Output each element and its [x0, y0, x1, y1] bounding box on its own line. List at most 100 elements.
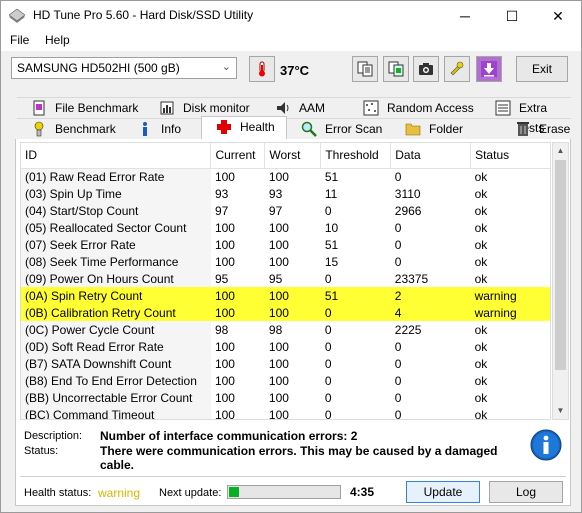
options-icon — [450, 61, 464, 76]
column-header-status[interactable]: Status — [470, 143, 550, 169]
tab-random-access[interactable]: Random Access — [349, 97, 481, 117]
column-header-worst[interactable]: Worst — [264, 143, 322, 169]
options-button[interactable] — [444, 56, 470, 82]
table-row[interactable]: (B8) End To End Error Detection 100 100 0 0 o… — [21, 372, 550, 389]
cell-worst: 100 — [268, 220, 289, 235]
table-row[interactable]: (0A) Spin Retry Count 100 100 51 2 warning — [21, 287, 550, 304]
table-row[interactable]: (B7) SATA Downshift Count 100 100 0 0 ok — [21, 355, 550, 372]
update-button[interactable]: Update — [406, 481, 480, 503]
cell-threshold: 0 — [324, 339, 332, 354]
update-progress-bar — [227, 485, 341, 499]
cell-threshold: 0 — [324, 407, 332, 420]
health-panel: ID Current Worst Threshold Data Status (… — [15, 139, 571, 506]
app-logo-icon — [9, 9, 25, 23]
menu-file[interactable]: File — [10, 33, 29, 47]
cell-threshold: 0 — [324, 373, 332, 388]
tab-extra-tests[interactable]: Extra tests — [481, 97, 571, 135]
close-button[interactable]: ✕ — [535, 1, 581, 31]
column-header-data[interactable]: Data — [390, 143, 472, 169]
cell-status: ok — [474, 322, 488, 337]
cell-current: 100 — [214, 220, 235, 235]
cell-threshold: 0 — [320, 304, 391, 321]
cell-current: 100 — [214, 390, 235, 405]
random-access-icon — [363, 100, 379, 116]
cell-worst: 100 — [268, 237, 289, 252]
table-row[interactable]: (BC) Command Timeout 100 100 0 0 ok — [21, 406, 550, 420]
cell-id: (01) Raw Read Error Rate — [21, 168, 211, 185]
copy-screenshot-button[interactable] — [383, 56, 409, 82]
table-row[interactable]: (01) Raw Read Error Rate 100 100 51 0 ok — [21, 168, 550, 185]
info-icon — [530, 429, 562, 461]
tab-disk-monitor[interactable]: Disk monitor — [145, 97, 261, 117]
tab-benchmark[interactable]: Benchmark — [17, 118, 123, 138]
health-status-value: warning — [98, 486, 141, 500]
app-window: HD Tune Pro 5.60 - Hard Disk/SSD Utility… — [0, 0, 582, 513]
cell-id: (03) Spin Up Time — [21, 185, 211, 202]
table-row[interactable]: (05) Reallocated Sector Count 100 100 10 0 ok — [21, 219, 550, 236]
table-row[interactable]: (0C) Power Cycle Count 98 98 0 2225 ok — [21, 321, 550, 338]
screenshot-button[interactable] — [413, 56, 439, 82]
tab-info[interactable]: Info — [123, 118, 201, 138]
cell-data: 0 — [394, 339, 402, 354]
tab-error-scan[interactable]: Error Scan — [287, 118, 391, 138]
menu-help[interactable]: Help — [45, 33, 70, 47]
column-header-id[interactable]: ID — [21, 143, 212, 169]
cell-status: ok — [474, 220, 488, 235]
table-row[interactable]: (04) Start/Stop Count 97 97 0 2966 ok — [21, 202, 550, 219]
cell-threshold: 0 — [324, 322, 332, 337]
tab-folder-usage[interactable]: Folder Usage — [391, 118, 501, 156]
log-button[interactable]: Log — [489, 481, 563, 503]
status-value-line2: cable. — [100, 458, 135, 472]
table-row[interactable]: (0B) Calibration Retry Count 100 100 0 4 warn… — [21, 304, 550, 321]
column-header-threshold[interactable]: Threshold — [320, 143, 392, 169]
cell-id: (BC) Command Timeout — [21, 406, 211, 419]
menu-bar: File Help — [1, 31, 581, 51]
minimize-button[interactable]: ─ — [442, 1, 488, 31]
status-value-line1: There were communication errors. This ma… — [100, 444, 498, 458]
table-row[interactable]: (08) Seek Time Performance 100 100 15 0 ok — [21, 253, 550, 270]
folder-icon — [405, 123, 421, 136]
table-scrollbar[interactable]: ▲ ▼ — [552, 142, 569, 420]
cell-current: 93 — [214, 186, 229, 201]
smart-table-container: ID Current Worst Threshold Data Status (… — [20, 142, 551, 420]
drive-select[interactable]: SAMSUNG HD502HI (500 gB) ⌄ — [11, 57, 237, 79]
file-benchmark-icon — [33, 100, 45, 116]
temperature-value: 37°C — [280, 63, 310, 78]
chevron-down-icon: ⌄ — [221, 61, 231, 73]
temperature-button[interactable] — [249, 56, 275, 82]
erase-icon — [517, 122, 529, 136]
maximize-button[interactable]: ☐ — [489, 1, 535, 31]
table-row[interactable]: (03) Spin Up Time 93 93 11 3110 ok — [21, 185, 550, 202]
cell-data: 4 — [390, 304, 471, 321]
cell-worst: 100 — [264, 304, 321, 321]
tab-file-benchmark[interactable]: File Benchmark — [17, 97, 145, 117]
tab-aam[interactable]: AAM — [261, 97, 349, 117]
scroll-up-icon[interactable]: ▲ — [553, 143, 568, 159]
scrollbar-thumb[interactable] — [555, 160, 566, 370]
extra-tests-icon — [495, 100, 511, 116]
cell-data: 0 — [394, 407, 402, 420]
cell-status: ok — [474, 356, 488, 371]
cell-status: warning — [470, 287, 550, 304]
table-row[interactable]: (09) Power On Hours Count 95 95 0 23375 ok — [21, 270, 550, 287]
cell-worst: 100 — [268, 254, 289, 269]
save-button[interactable] — [476, 56, 502, 82]
tab-health[interactable]: Health — [201, 116, 287, 140]
cell-data: 0 — [394, 390, 402, 405]
table-row[interactable]: (0D) Soft Read Error Rate 100 100 0 0 ok — [21, 338, 550, 355]
description-value: Number of interface communication errors… — [100, 429, 358, 443]
scroll-down-icon[interactable]: ▼ — [553, 403, 568, 419]
window-title: HD Tune Pro 5.60 - Hard Disk/SSD Utility — [33, 8, 254, 22]
cell-data: 0 — [394, 373, 402, 388]
table-row[interactable]: (07) Seek Error Rate 100 100 51 0 ok — [21, 236, 550, 253]
exit-button[interactable]: Exit — [516, 56, 568, 82]
table-header: ID Current Worst Threshold Data Status — [21, 143, 550, 169]
cell-status: ok — [474, 254, 488, 269]
column-header-current[interactable]: Current — [210, 143, 266, 169]
cell-threshold: 10 — [324, 220, 339, 235]
tab-erase[interactable]: Erase — [501, 118, 571, 138]
smart-table: ID Current Worst Threshold Data Status (… — [21, 143, 550, 420]
benchmark-icon — [34, 121, 44, 137]
copy-text-button[interactable] — [352, 56, 378, 82]
table-row[interactable]: (BB) Uncorrectable Error Count 100 100 0 0 ok — [21, 389, 550, 406]
